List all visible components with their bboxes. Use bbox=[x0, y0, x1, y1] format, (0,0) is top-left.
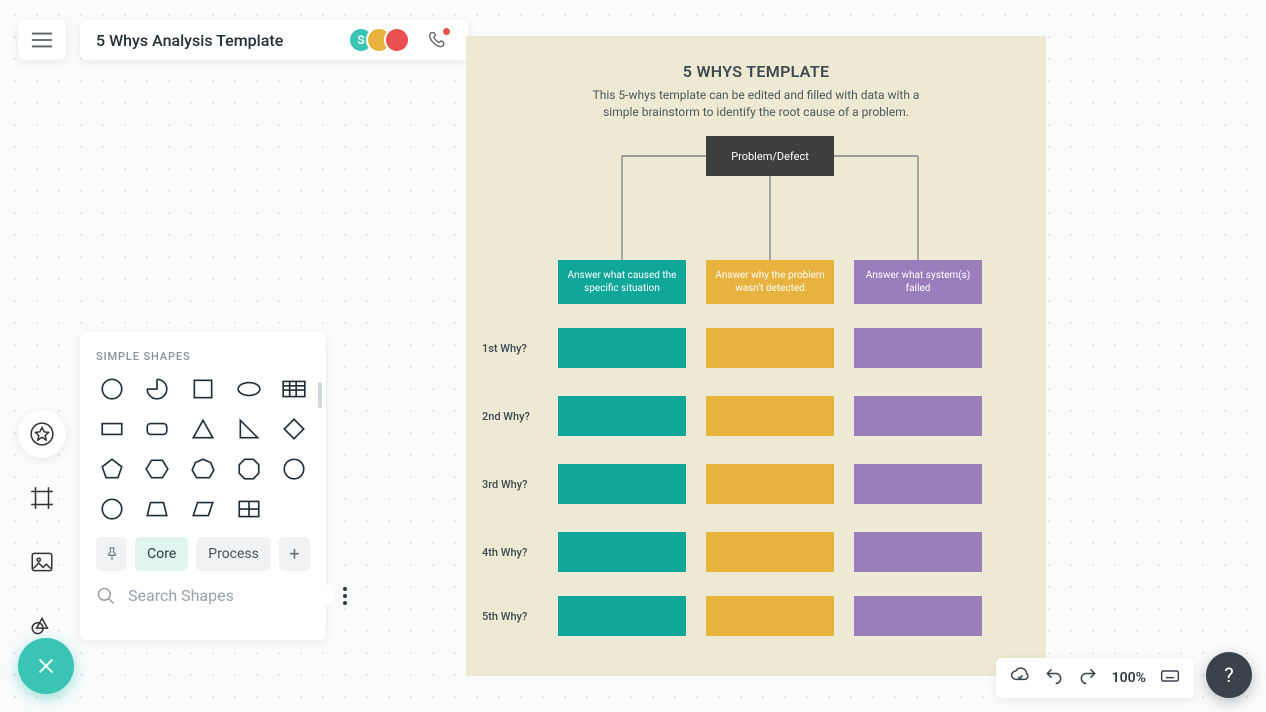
collaborator-avatars: S bbox=[348, 27, 410, 53]
row-label-2: 2nd Why? bbox=[482, 410, 530, 423]
redo-button[interactable] bbox=[1078, 666, 1098, 690]
shape-cylinder-top[interactable] bbox=[96, 495, 128, 523]
shape-search-input[interactable] bbox=[126, 585, 333, 606]
shape-rounded-rect[interactable] bbox=[142, 415, 174, 443]
answer-cell[interactable] bbox=[706, 464, 834, 504]
row-label-4: 4th Why? bbox=[482, 546, 527, 559]
answer-cell[interactable] bbox=[558, 596, 686, 636]
shape-category-tabs: Core Process + bbox=[96, 537, 310, 571]
shapes-icon bbox=[29, 613, 55, 639]
shape-pentagon[interactable] bbox=[96, 455, 128, 483]
column-header-2[interactable]: Answer why the problem wasn't detected bbox=[706, 260, 834, 304]
shape-trapezoid[interactable] bbox=[142, 495, 174, 523]
close-tools-button[interactable] bbox=[18, 638, 74, 694]
diagram-title: 5 WHYS TEMPLATE bbox=[466, 62, 1046, 81]
column-header-3[interactable]: Answer what system(s) failed bbox=[854, 260, 982, 304]
more-options-button[interactable] bbox=[343, 587, 347, 605]
shape-table[interactable] bbox=[278, 375, 310, 403]
answer-cell[interactable] bbox=[854, 464, 982, 504]
row-label-5: 5th Why? bbox=[482, 610, 527, 623]
shape-hexagon[interactable] bbox=[142, 455, 174, 483]
zoom-level[interactable]: 100% bbox=[1112, 670, 1146, 686]
shape-square[interactable] bbox=[187, 375, 219, 403]
shape-parallelogram[interactable] bbox=[187, 495, 219, 523]
frame-icon bbox=[29, 485, 55, 511]
shape-search-row bbox=[96, 585, 310, 606]
answer-cell[interactable] bbox=[558, 328, 686, 368]
shape-circle[interactable] bbox=[96, 375, 128, 403]
search-icon bbox=[96, 586, 116, 606]
pin-icon bbox=[104, 546, 120, 562]
shape-empty bbox=[278, 495, 310, 523]
answer-cell[interactable] bbox=[558, 396, 686, 436]
image-tool-button[interactable] bbox=[18, 538, 66, 586]
panel-heading: SIMPLE SHAPES bbox=[96, 350, 310, 363]
shape-arc[interactable] bbox=[142, 375, 174, 403]
scrollbar[interactable] bbox=[318, 382, 322, 408]
answer-cell[interactable] bbox=[706, 596, 834, 636]
shape-grid2x2[interactable] bbox=[233, 495, 265, 523]
diagram-canvas[interactable]: 5 WHYS TEMPLATE This 5-whys template can… bbox=[466, 36, 1046, 676]
call-button[interactable] bbox=[424, 26, 452, 54]
answer-cell[interactable] bbox=[706, 396, 834, 436]
help-button[interactable]: ? bbox=[1206, 652, 1252, 698]
image-icon bbox=[29, 549, 55, 575]
shape-rectangle[interactable] bbox=[96, 415, 128, 443]
column-header-1[interactable]: Answer what caused the specific situatio… bbox=[558, 260, 686, 304]
diagram-subtitle: This 5-whys template can be edited and f… bbox=[591, 87, 921, 122]
shape-decagon[interactable] bbox=[278, 455, 310, 483]
answer-cell[interactable] bbox=[854, 396, 982, 436]
pin-tab[interactable] bbox=[96, 537, 127, 571]
shape-octagon[interactable] bbox=[233, 455, 265, 483]
shapes-panel: SIMPLE SHAPES Core Process + bbox=[80, 332, 326, 640]
menu-button[interactable] bbox=[18, 20, 66, 60]
frame-tool-button[interactable] bbox=[18, 474, 66, 522]
shape-triangle[interactable] bbox=[187, 415, 219, 443]
title-bar: 5 Whys Analysis Template S bbox=[80, 20, 468, 60]
answer-cell[interactable] bbox=[558, 532, 686, 572]
star-tool-button[interactable] bbox=[18, 410, 66, 458]
notification-dot bbox=[443, 28, 450, 35]
document-title[interactable]: 5 Whys Analysis Template bbox=[96, 31, 340, 50]
answer-cell[interactable] bbox=[558, 464, 686, 504]
shape-heptagon[interactable] bbox=[187, 455, 219, 483]
answer-cell[interactable] bbox=[854, 532, 982, 572]
undo-button[interactable] bbox=[1044, 666, 1064, 690]
answer-cell[interactable] bbox=[854, 596, 982, 636]
sync-status-icon[interactable] bbox=[1010, 666, 1030, 690]
left-tool-rail bbox=[18, 410, 66, 650]
shape-diamond[interactable] bbox=[278, 415, 310, 443]
tab-core[interactable]: Core bbox=[135, 537, 188, 571]
avatar[interactable] bbox=[384, 27, 410, 53]
row-label-3: 3rd Why? bbox=[482, 478, 528, 491]
problem-box[interactable]: Problem/Defect bbox=[706, 136, 834, 176]
add-tab-button[interactable]: + bbox=[279, 537, 310, 571]
shape-ellipse[interactable] bbox=[233, 375, 265, 403]
answer-cell[interactable] bbox=[854, 328, 982, 368]
answer-cell[interactable] bbox=[706, 328, 834, 368]
shape-right-triangle[interactable] bbox=[233, 415, 265, 443]
hamburger-icon bbox=[31, 31, 53, 49]
keyboard-shortcuts-button[interactable] bbox=[1160, 666, 1180, 690]
answer-cell[interactable] bbox=[706, 532, 834, 572]
star-icon bbox=[29, 421, 55, 447]
status-bar: 100% bbox=[996, 658, 1194, 698]
row-label-1: 1st Why? bbox=[482, 342, 527, 355]
close-icon bbox=[35, 655, 57, 677]
shape-grid bbox=[96, 375, 310, 523]
tab-process[interactable]: Process bbox=[196, 537, 271, 571]
